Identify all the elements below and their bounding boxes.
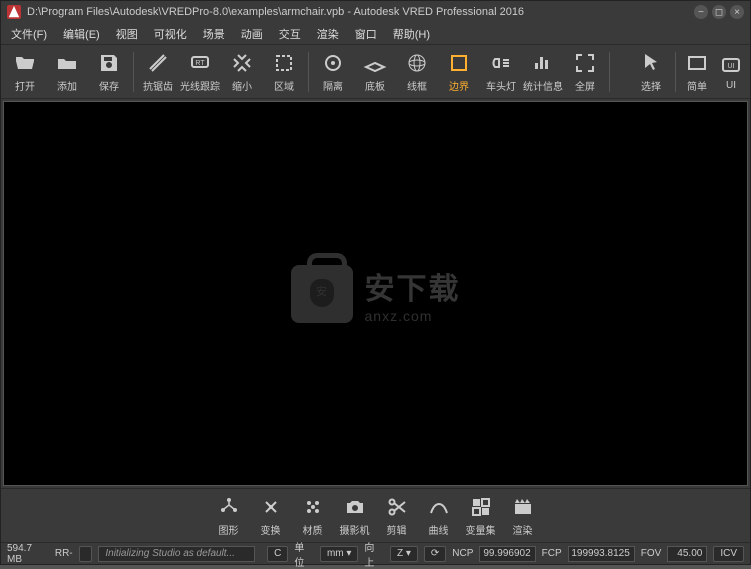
status-init: Initializing Studio as default... [98, 546, 255, 562]
maximize-button[interactable]: ◻ [712, 5, 726, 19]
shrink-button[interactable]: 缩小 [222, 48, 262, 96]
menu-view[interactable]: 视图 [110, 24, 144, 44]
status-ncp-label: NCP [452, 548, 473, 559]
floor-button[interactable]: 底板 [355, 48, 395, 96]
close-button[interactable]: × [730, 5, 744, 19]
watermark: 安下载 anxz.com [291, 264, 461, 324]
isolate-icon [320, 50, 346, 76]
aa-icon [145, 50, 171, 76]
rt-icon: RT [187, 50, 213, 76]
curves-icon [426, 494, 452, 520]
save-button[interactable]: 保存 [89, 48, 129, 96]
app-icon [7, 5, 21, 19]
isolate-button[interactable]: 隔离 [313, 48, 353, 96]
plus-icon [54, 50, 80, 76]
select-button[interactable]: 选择 [631, 48, 671, 96]
status-icv-button[interactable]: ICV [713, 546, 744, 562]
antialias-button[interactable]: 抗锯齿 [138, 48, 178, 96]
folder-open-icon [12, 50, 38, 76]
clapperboard-icon [510, 494, 536, 520]
cursor-icon [638, 50, 664, 76]
menubar: 文件(F) 编辑(E) 视图 可视化 场景 动画 交互 渲染 窗口 帮助(H) [1, 23, 750, 45]
status-unit-value[interactable]: mm ▾ [320, 546, 358, 562]
status-up-label: 向上 [364, 539, 384, 569]
menu-interaction[interactable]: 交互 [273, 24, 307, 44]
transform-icon [258, 494, 284, 520]
simple-icon [684, 50, 710, 76]
watermark-text-big: 安下载 [365, 264, 461, 308]
save-icon [96, 50, 122, 76]
status-fov-label: FOV [641, 548, 662, 559]
ui-button[interactable]: UIUI [716, 48, 746, 96]
minimize-button[interactable]: − [694, 5, 708, 19]
status-up-value[interactable]: Z ▾ [390, 546, 418, 562]
svg-text:RT: RT [195, 60, 205, 67]
menu-window[interactable]: 窗口 [349, 24, 383, 44]
svg-text:UI: UI [728, 63, 735, 70]
boundary-icon [446, 50, 472, 76]
wireframe-icon [404, 50, 430, 76]
status-unit-label: 单位 [294, 539, 314, 569]
status-c-button[interactable]: C [267, 546, 288, 562]
boundary-button[interactable]: 边界 [439, 48, 479, 96]
status-rr: RR- [55, 548, 73, 559]
menu-help[interactable]: 帮助(H) [387, 24, 436, 44]
menu-scene[interactable]: 场景 [197, 24, 231, 44]
render-button[interactable]: 渲染 [503, 492, 543, 540]
status-fov-value[interactable]: 45.00 [667, 546, 707, 562]
menu-render[interactable]: 渲染 [311, 24, 345, 44]
variants-button[interactable]: 变量集 [461, 492, 501, 540]
scenegraph-button[interactable]: 图形 [209, 492, 249, 540]
scissors-icon [384, 494, 410, 520]
stats-button[interactable]: 统计信息 [523, 48, 563, 96]
shrink-icon [229, 50, 255, 76]
fullscreen-icon [572, 50, 598, 76]
toolbar-top: 打开 添加 保存 抗锯齿 RT光线跟踪 缩小 区域 隔离 底板 线框 边界 车头… [1, 45, 750, 99]
window-title: D:\Program Files\Autodesk\VREDPro-8.0\ex… [27, 6, 694, 18]
graph-icon [216, 494, 242, 520]
material-icon [300, 494, 326, 520]
material-button[interactable]: 材质 [293, 492, 333, 540]
ui-icon: UI [718, 52, 744, 78]
toolbar-bottom: 图形 变换 材质 摄影机 剪辑 曲线 变量集 渲染 [1, 488, 750, 542]
floor-icon [362, 50, 388, 76]
stats-icon [530, 50, 556, 76]
menu-file[interactable]: 文件(F) [5, 24, 53, 44]
menu-visualize[interactable]: 可视化 [148, 24, 193, 44]
open-button[interactable]: 打开 [5, 48, 45, 96]
titlebar: D:\Program Files\Autodesk\VREDPro-8.0\ex… [1, 1, 750, 23]
headlight-button[interactable]: 车头灯 [481, 48, 521, 96]
region-button[interactable]: 区域 [264, 48, 304, 96]
status-fcp-value[interactable]: 199993.8125 [568, 546, 635, 562]
region-icon [271, 50, 297, 76]
curves-button[interactable]: 曲线 [419, 492, 459, 540]
camera-icon [342, 494, 368, 520]
watermark-text-small: anxz.com [365, 308, 461, 324]
headlight-icon [488, 50, 514, 76]
menu-animation[interactable]: 动画 [235, 24, 269, 44]
viewport[interactable]: 安下载 anxz.com [3, 101, 748, 486]
fullscreen-button[interactable]: 全屏 [565, 48, 605, 96]
wireframe-button[interactable]: 线框 [397, 48, 437, 96]
status-refresh[interactable]: ⟳ [424, 546, 446, 562]
add-button[interactable]: 添加 [47, 48, 87, 96]
statusbar: 594.7 MB RR- Initializing Studio as defa… [1, 542, 750, 564]
watermark-bag-icon [291, 265, 353, 323]
status-memory: 594.7 MB [7, 543, 49, 565]
status-fcp-label: FCP [542, 548, 562, 559]
status-ncp-value[interactable]: 99.996902 [479, 546, 535, 562]
raytrace-button[interactable]: RT光线跟踪 [180, 48, 220, 96]
camera-button[interactable]: 摄影机 [335, 492, 375, 540]
transform-button[interactable]: 变换 [251, 492, 291, 540]
clip-button[interactable]: 剪辑 [377, 492, 417, 540]
status-flag [79, 546, 93, 562]
simple-button[interactable]: 简单 [680, 48, 714, 96]
menu-edit[interactable]: 编辑(E) [57, 24, 106, 44]
variants-icon [468, 494, 494, 520]
